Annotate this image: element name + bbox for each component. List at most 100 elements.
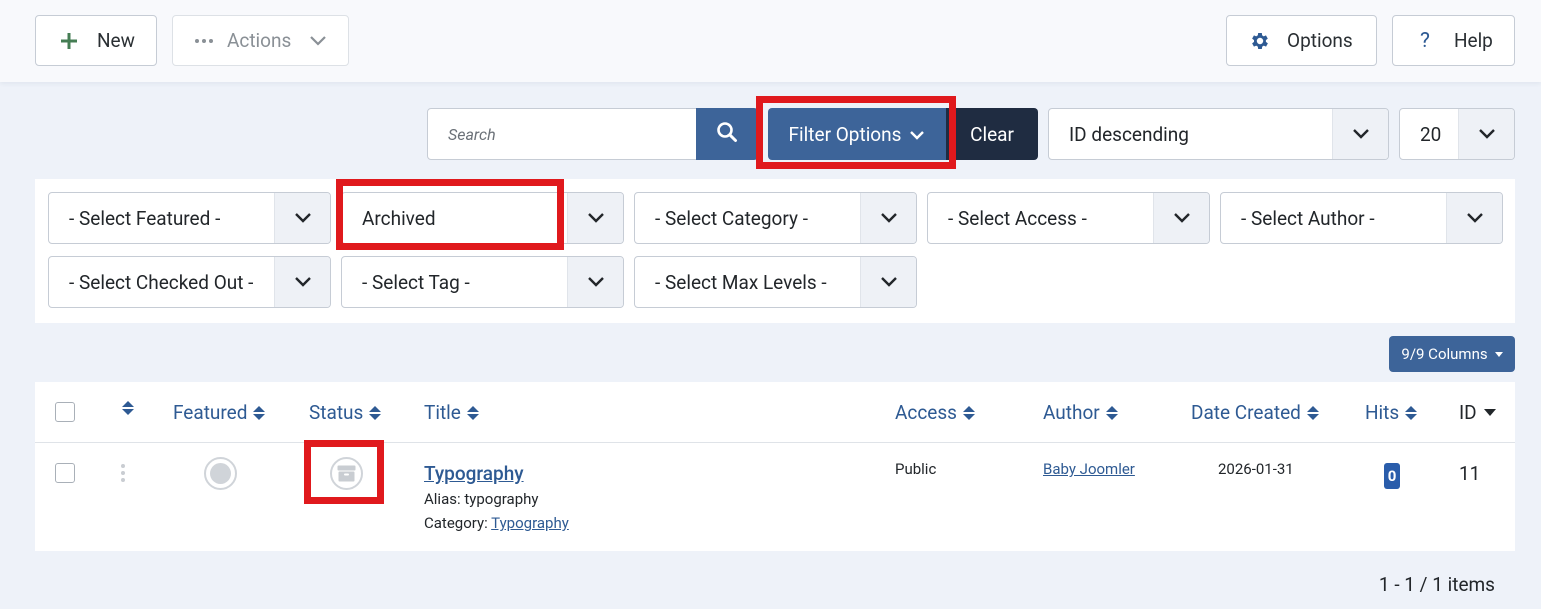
access-header-label: Access	[895, 401, 957, 424]
filter-max-levels-value: - Select Max Levels -	[655, 270, 827, 294]
search-input[interactable]: Search	[427, 108, 697, 160]
filter-tag-value: - Select Tag -	[362, 270, 470, 294]
chevron-down-icon	[1446, 193, 1502, 243]
title-column-header[interactable]: Title	[424, 401, 479, 424]
help-button-label: Help	[1453, 29, 1493, 52]
category-label: Category:	[424, 514, 488, 532]
chevron-down-icon	[567, 257, 623, 307]
filter-category-value: - Select Category -	[655, 206, 808, 230]
hits-badge: 0	[1384, 463, 1400, 489]
caret-down-icon	[1494, 351, 1503, 357]
search-icon	[716, 121, 738, 147]
row-alias: Alias: typography	[424, 490, 539, 508]
filter-access-value: - Select Access -	[948, 206, 1087, 230]
featured-header-label: Featured	[173, 401, 248, 424]
ordering-sort-header[interactable]	[120, 401, 134, 415]
row-author: Baby Joomler	[1043, 460, 1135, 478]
select-all-checkbox[interactable]	[55, 402, 75, 422]
chevron-down-icon	[1458, 109, 1514, 159]
actions-button-label: Actions	[227, 29, 292, 52]
filter-status-select[interactable]: Archived	[341, 192, 624, 244]
question-icon: ?	[1420, 28, 1430, 53]
author-link[interactable]: Baby Joomler	[1043, 460, 1135, 478]
row-checkbox[interactable]	[55, 463, 75, 483]
filter-max-levels-select[interactable]: - Select Max Levels -	[634, 256, 917, 308]
status-header-label: Status	[309, 401, 364, 424]
filter-category-select[interactable]: - Select Category -	[634, 192, 917, 244]
filter-status-value: Archived	[362, 206, 436, 230]
clear-button-label: Clear	[970, 122, 1014, 146]
chevron-down-icon	[274, 193, 330, 243]
category-link[interactable]: Typography	[491, 514, 569, 532]
row-access: Public	[895, 460, 937, 478]
featured-column-header[interactable]: Featured	[173, 401, 266, 424]
options-button-label: Options	[1287, 29, 1353, 52]
title-header-label: Title	[424, 401, 461, 424]
author-column-header[interactable]: Author	[1043, 401, 1118, 424]
date-created-column-header[interactable]: Date Created	[1191, 401, 1319, 424]
archive-icon[interactable]	[330, 457, 363, 490]
row-title-cell: Typography	[424, 462, 524, 485]
article-title-link[interactable]: Typography	[424, 462, 524, 485]
caret-down-icon	[1483, 409, 1496, 416]
filter-featured-value: - Select Featured -	[69, 206, 221, 230]
sort-icon	[962, 405, 975, 420]
new-button-label: New	[97, 29, 135, 52]
filter-author-value: - Select Author -	[1241, 206, 1375, 230]
sort-icon	[1105, 405, 1118, 420]
hits-header-label: Hits	[1365, 401, 1400, 424]
filter-access-select[interactable]: - Select Access -	[927, 192, 1210, 244]
access-column-header[interactable]: Access	[895, 401, 975, 424]
list-limit-value: 20	[1420, 122, 1442, 146]
sort-icon	[466, 405, 479, 420]
chevron-down-icon	[860, 257, 916, 307]
chevron-down-icon	[909, 123, 925, 146]
columns-toggle-label: 9/9 Columns	[1401, 345, 1488, 363]
filter-options-label: Filter Options	[788, 122, 902, 146]
pagination-info: 1 - 1 / 1 items	[1378, 573, 1495, 596]
row-category: Category: Typography	[424, 514, 569, 532]
actions-button[interactable]: Actions	[172, 15, 349, 66]
new-button[interactable]: New	[35, 15, 157, 66]
chevron-down-icon	[309, 29, 327, 52]
help-button[interactable]: ? Help	[1392, 15, 1515, 66]
id-header-label: ID	[1459, 401, 1477, 424]
toolbar: New Actions Options ? Help	[0, 0, 1541, 82]
sort-order-value: ID descending	[1069, 122, 1189, 146]
chevron-down-icon	[860, 193, 916, 243]
chevron-down-icon	[567, 193, 623, 243]
drag-handle-icon[interactable]	[121, 464, 125, 482]
filter-author-select[interactable]: - Select Author -	[1220, 192, 1503, 244]
row-id: 11	[1459, 462, 1481, 485]
id-column-header[interactable]: ID	[1459, 401, 1496, 424]
ellipsis-icon	[195, 38, 213, 43]
clear-button[interactable]: Clear	[946, 108, 1038, 160]
sort-icon	[253, 405, 266, 420]
chevron-down-icon	[1153, 193, 1209, 243]
filter-featured-select[interactable]: - Select Featured -	[48, 192, 331, 244]
date-created-header-label: Date Created	[1191, 401, 1301, 424]
search-placeholder: Search	[448, 124, 496, 144]
row-date-created: 2026-01-31	[1218, 460, 1294, 478]
sort-icon	[1405, 405, 1418, 420]
table-header: Featured Status Title Access Author Date…	[35, 382, 1515, 443]
author-header-label: Author	[1043, 401, 1100, 424]
status-column-header[interactable]: Status	[309, 401, 382, 424]
chevron-down-icon	[1332, 109, 1388, 159]
search-button[interactable]	[696, 108, 758, 160]
hits-column-header[interactable]: Hits	[1365, 401, 1418, 424]
alias-label: Alias:	[424, 490, 461, 508]
filter-checked-out-select[interactable]: - Select Checked Out -	[48, 256, 331, 308]
chevron-down-icon	[274, 257, 330, 307]
alias-value: typography	[464, 490, 539, 508]
sort-order-select[interactable]: ID descending	[1048, 108, 1389, 160]
options-button[interactable]: Options	[1226, 15, 1377, 66]
filter-checked-out-value: - Select Checked Out -	[69, 270, 254, 294]
plus-icon	[58, 30, 80, 52]
columns-toggle-button[interactable]: 9/9 Columns	[1389, 336, 1515, 372]
list-limit-select[interactable]: 20	[1399, 108, 1515, 160]
articles-table: Featured Status Title Access Author Date…	[35, 382, 1515, 551]
filter-tag-select[interactable]: - Select Tag -	[341, 256, 624, 308]
unfeatured-circle-icon[interactable]	[204, 457, 237, 490]
filter-options-button[interactable]: Filter Options	[768, 108, 946, 160]
